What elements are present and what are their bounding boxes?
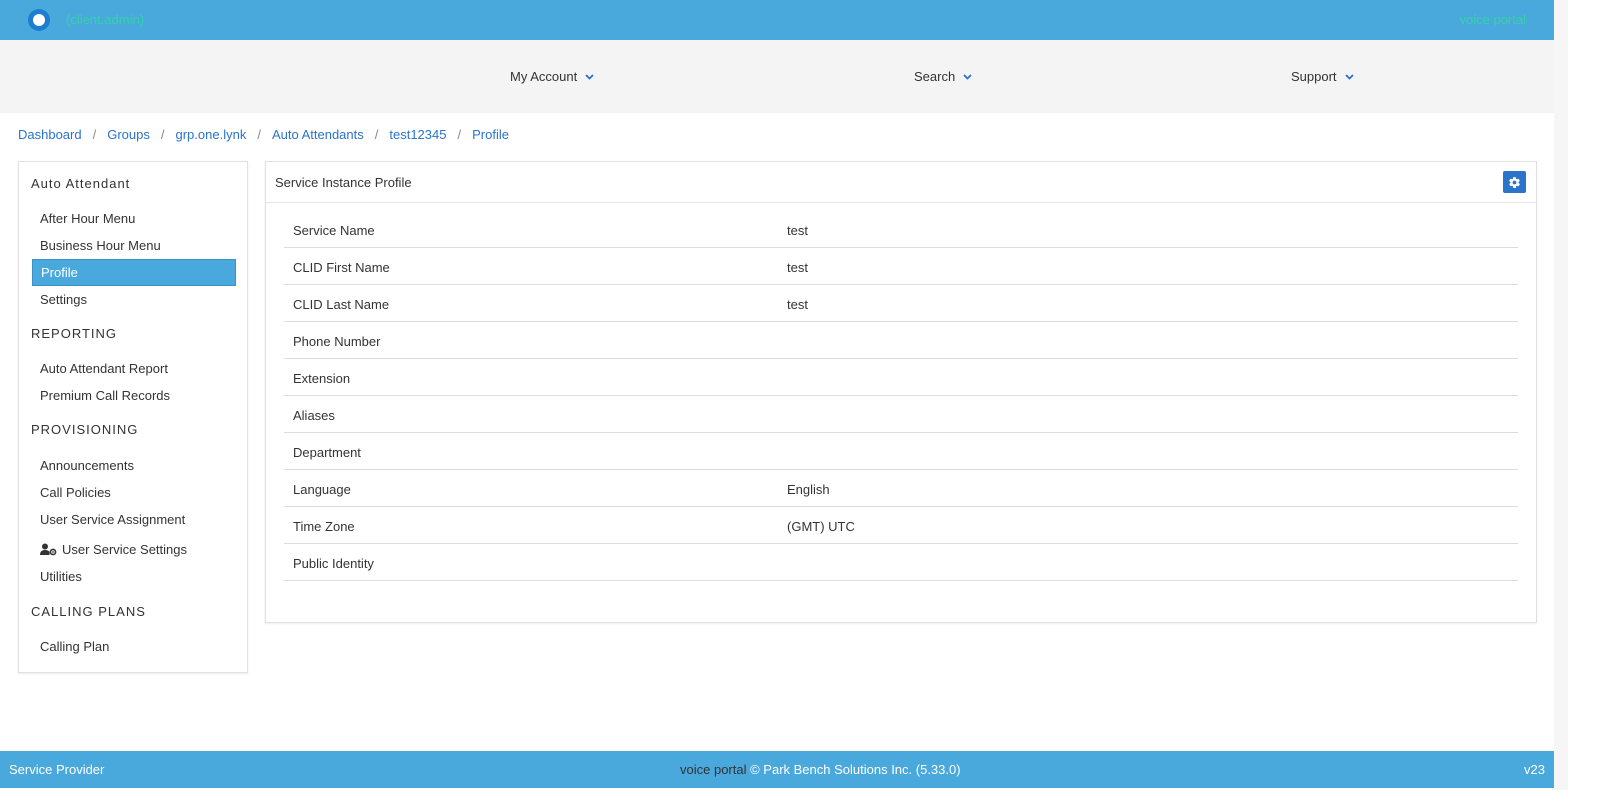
sidebar-item-premium-call-records[interactable]: Premium Call Records: [32, 382, 236, 409]
profile-row-time-zone: Time Zone (GMT) UTC: [284, 507, 1518, 544]
sidebar-item-business-hour-menu[interactable]: Business Hour Menu: [32, 232, 236, 259]
profile-row-language: Language English: [284, 470, 1518, 507]
sidebar-item-utilities[interactable]: Utilities: [32, 563, 236, 590]
user-gear-icon: [40, 543, 57, 556]
row-label: Public Identity: [293, 556, 374, 571]
chevron-down-icon: [1344, 73, 1354, 80]
row-label: Service Name: [293, 223, 375, 238]
sidebar-heading-calling-plans: CALLING PLANS: [31, 604, 146, 619]
chevron-down-icon: [963, 73, 972, 80]
breadcrumb: Dashboard / Groups / grp.one.lynk / Auto…: [18, 127, 509, 142]
row-value: test: [787, 297, 808, 312]
sidebar-item-label: User Service Settings: [62, 542, 187, 557]
settings-button[interactable]: [1503, 171, 1526, 193]
panel-header: Service Instance Profile: [266, 162, 1536, 203]
breadcrumb-groups[interactable]: Groups: [107, 127, 150, 142]
nav-my-account[interactable]: My Account: [510, 69, 594, 84]
sidebar-item-call-policies[interactable]: Call Policies: [32, 479, 236, 506]
breadcrumb-auto-attendants[interactable]: Auto Attendants: [272, 127, 364, 142]
row-label: CLID First Name: [293, 260, 390, 275]
profile-row-clid-last-name: CLID Last Name test: [284, 285, 1518, 322]
sidebar-item-profile[interactable]: Profile: [32, 259, 236, 286]
breadcrumb-separator: /: [92, 127, 97, 142]
breadcrumb-separator: /: [457, 127, 462, 142]
sidebar-item-calling-plan[interactable]: Calling Plan: [32, 633, 236, 660]
logo-icon[interactable]: [28, 9, 50, 31]
nav-my-account-label: My Account: [510, 69, 578, 84]
row-label: CLID Last Name: [293, 297, 390, 312]
footer-copyright-text: © Park Bench Solutions Inc. (5.33.0): [746, 762, 961, 777]
breadcrumb-group[interactable]: grp.one.lynk: [176, 127, 247, 142]
profile-row-department: Department: [284, 433, 1518, 470]
footer-version: v23: [1524, 762, 1545, 777]
row-label: Extension: [293, 371, 351, 386]
row-label: Department: [293, 445, 361, 460]
sidebar-item-after-hour-menu[interactable]: After Hour Menu: [32, 205, 236, 232]
page-scrollbar[interactable]: [1554, 0, 1568, 790]
profile-row-clid-first-name: CLID First Name test: [284, 248, 1518, 285]
breadcrumb-separator: /: [257, 127, 261, 142]
breadcrumb-separator: /: [374, 127, 379, 142]
nav-search-label: Search: [914, 69, 956, 84]
row-value: (GMT) UTC: [787, 519, 855, 534]
sidebar: Auto Attendant After Hour Menu Business …: [18, 161, 248, 673]
nav-support-label: Support: [1291, 69, 1337, 84]
sidebar-item-auto-attendant-report[interactable]: Auto Attendant Report: [32, 355, 236, 382]
row-value: test: [787, 260, 808, 275]
profile-panel: Service Instance Profile Service Name te…: [265, 161, 1537, 623]
row-label: Aliases: [293, 408, 335, 423]
profile-row-service-name: Service Name test: [284, 211, 1518, 248]
profile-row-phone-number: Phone Number: [284, 322, 1518, 359]
sidebar-item-user-service-settings[interactable]: User Service Settings: [32, 536, 236, 563]
row-label: Time Zone: [293, 519, 355, 534]
row-value: test: [787, 223, 808, 238]
row-label: Phone Number: [293, 334, 381, 349]
sidebar-heading-auto-attendant: Auto Attendant: [31, 176, 131, 191]
profile-row-extension: Extension: [284, 359, 1518, 396]
main-nav: My Account Search Support: [0, 40, 1554, 113]
breadcrumb-dashboard[interactable]: Dashboard: [18, 127, 82, 142]
row-value: English: [787, 482, 830, 497]
nav-support[interactable]: Support: [1291, 69, 1354, 84]
profile-row-aliases: Aliases: [284, 396, 1518, 433]
footer: Service Provider voice portal © Park Ben…: [0, 751, 1554, 788]
sidebar-heading-provisioning: PROVISIONING: [31, 422, 139, 437]
nav-search[interactable]: Search: [914, 69, 972, 84]
sidebar-item-announcements[interactable]: Announcements: [32, 452, 236, 479]
footer-service-provider: Service Provider: [9, 762, 105, 777]
chevron-down-icon: [585, 73, 594, 80]
footer-portal-name: voice portal: [680, 762, 747, 777]
breadcrumb-auto-attendant[interactable]: test12345: [389, 127, 446, 142]
panel-title: Service Instance Profile: [275, 175, 412, 190]
top-bar: (client.admin) voice portal: [0, 0, 1554, 40]
gear-icon: [1509, 176, 1520, 188]
sidebar-heading-reporting: REPORTING: [31, 326, 118, 341]
user-name[interactable]: (client.admin): [66, 12, 144, 27]
sidebar-item-user-service-assignment[interactable]: User Service Assignment: [32, 506, 236, 533]
sidebar-item-settings[interactable]: Settings: [32, 286, 236, 313]
breadcrumb-profile[interactable]: Profile: [472, 127, 509, 142]
profile-row-public-identity: Public Identity: [284, 544, 1518, 581]
portal-name: voice portal: [1459, 12, 1526, 27]
footer-copyright: voice portal © Park Bench Solutions Inc.…: [680, 762, 961, 777]
row-label: Language: [293, 482, 351, 497]
breadcrumb-separator: /: [160, 127, 165, 142]
